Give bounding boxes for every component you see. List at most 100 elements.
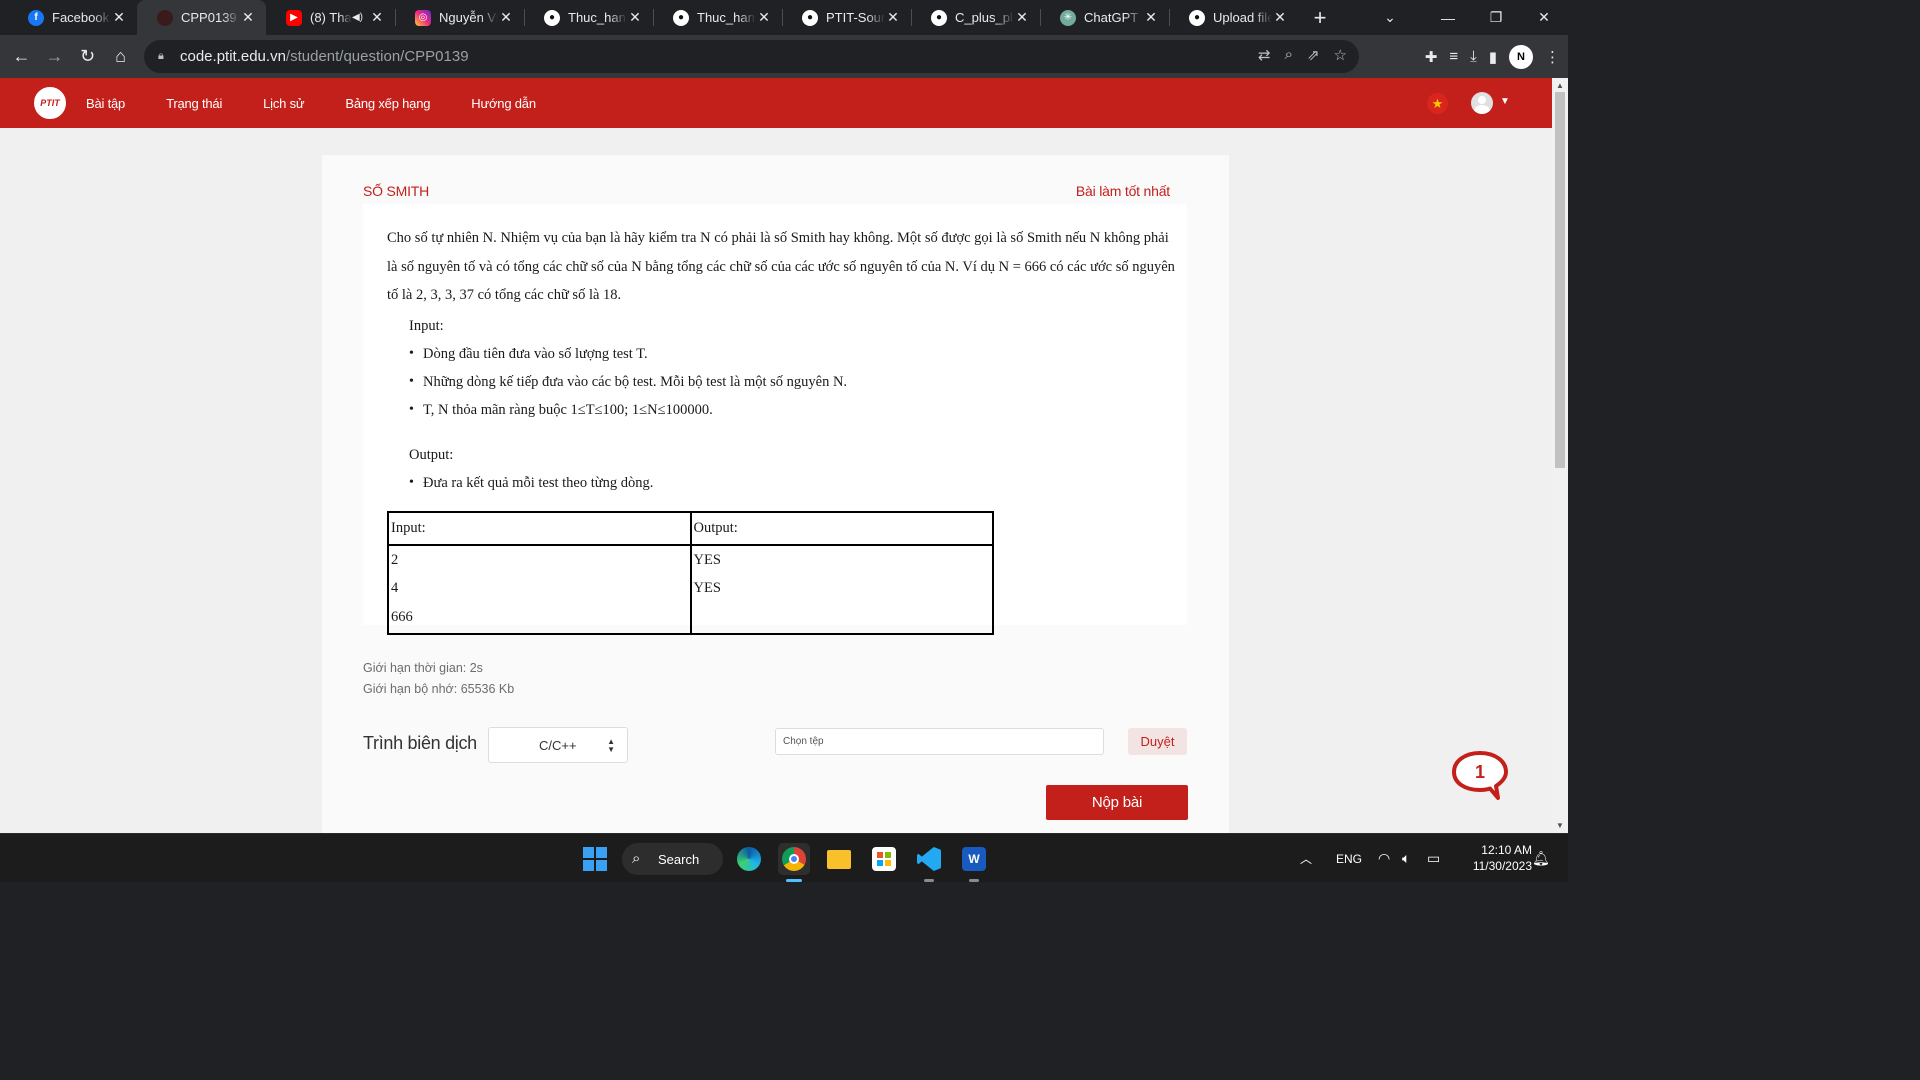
- nav-link[interactable]: Hướng dẫn: [471, 96, 536, 111]
- restore-icon[interactable]: ❐: [1472, 9, 1520, 26]
- tab-title: PTIT-Sourc: [826, 10, 885, 25]
- wifi-icon[interactable]: ◠: [1378, 834, 1390, 883]
- side-panel-icon[interactable]: ▮: [1489, 48, 1497, 66]
- download-icon[interactable]: ⤓: [1470, 48, 1477, 65]
- minimize-icon[interactable]: —: [1424, 10, 1472, 26]
- memory-limit: Giới hạn bộ nhớ: 65536 Kb: [363, 682, 515, 696]
- chevron-down-icon[interactable]: ▼: [1500, 96, 1510, 107]
- chatgpt-icon: ✳: [1060, 9, 1076, 26]
- tab-title: Thuc_hanh: [568, 10, 627, 25]
- browser-tab[interactable]: ● Thuc_hanh ✕: [653, 0, 782, 35]
- extensions-icon[interactable]: ✚: [1425, 48, 1438, 66]
- file-input[interactable]: Chọn tệp: [775, 728, 1104, 755]
- time-limit: Giới hạn thời gian: 2s: [363, 661, 483, 675]
- compiler-select[interactable]: C/C++ ▲ ▼: [488, 727, 628, 763]
- new-tab-button[interactable]: +: [1304, 0, 1336, 35]
- notification-bell-icon[interactable]: 🔔︎: [1532, 834, 1550, 883]
- reload-icon[interactable]: ↻: [71, 40, 104, 73]
- zoom-icon[interactable]: ⌕: [1285, 46, 1293, 64]
- browser-toolbar: ← → ↻ ⌂ 🔒︎ code.ptit.edu.vn/student/ques…: [0, 35, 1568, 78]
- close-tab-icon[interactable]: ✕: [756, 9, 772, 26]
- browser-tab[interactable]: ● PTIT-Sourc✕: [782, 0, 911, 35]
- browser-tab[interactable]: ● Thuc_hanh ✕: [524, 0, 653, 35]
- ptit-icon: [157, 9, 173, 26]
- scroll-up-icon[interactable]: ▲: [1556, 81, 1564, 90]
- close-tab-icon[interactable]: ✕: [627, 9, 643, 26]
- taskbar-search-label: Search: [658, 851, 700, 867]
- windows-logo-icon: [583, 847, 607, 871]
- scrollbar-thumb[interactable]: [1555, 92, 1565, 468]
- running-indicator: [969, 879, 979, 882]
- folder-icon: [827, 849, 851, 869]
- edge-icon: [737, 847, 761, 871]
- browser-tab[interactable]: f Facebook ✕: [8, 0, 137, 35]
- vscode-app[interactable]: [913, 843, 945, 882]
- site-navbar: PTIT Bài tập Trạng thái Lịch sử Bảng xếp hạ…: [0, 78, 1552, 128]
- file-explorer-app[interactable]: [823, 843, 855, 875]
- home-icon[interactable]: ⌂: [104, 40, 137, 73]
- user-avatar[interactable]: [1471, 92, 1493, 114]
- nav-link[interactable]: Bảng xếp hạng: [345, 96, 430, 111]
- output-label: Output:: [409, 446, 454, 463]
- edge-app[interactable]: [733, 843, 765, 875]
- media-control-icon[interactable]: ≡: [1449, 48, 1458, 65]
- browser-tab[interactable]: ▶ (8) Tha ◀) ✕: [266, 0, 395, 35]
- url-host: code.ptit.edu.vn: [180, 48, 286, 65]
- submit-button[interactable]: Nộp bài: [1046, 785, 1188, 820]
- share-icon[interactable]: ⇗: [1307, 46, 1320, 64]
- browser-tab[interactable]: ✳ ChatGPT ✕: [1040, 0, 1169, 35]
- tab-title: ChatGPT: [1084, 10, 1139, 25]
- spec-list-item: Những dòng kế tiếp đưa vào các bộ test. …: [409, 368, 1163, 396]
- nav-link[interactable]: Trạng thái: [166, 96, 222, 111]
- chat-widget-icon[interactable]: 1: [1451, 750, 1509, 802]
- back-icon[interactable]: ←: [5, 40, 38, 73]
- input-spec-list: Dòng đầu tiên đưa vào số lượng test T.Nh…: [409, 340, 1163, 424]
- address-bar[interactable]: 🔒︎ code.ptit.edu.vn/student/question/CPP…: [144, 40, 1359, 73]
- browser-tab[interactable]: CPP0139 - ✕: [137, 0, 266, 35]
- best-submission-link[interactable]: Bài làm tốt nhất: [1076, 183, 1170, 199]
- word-app[interactable]: W: [958, 843, 990, 882]
- close-tab-icon[interactable]: ✕: [1272, 9, 1288, 26]
- close-tab-icon[interactable]: ✕: [885, 9, 901, 26]
- close-tab-icon[interactable]: ✕: [240, 9, 256, 26]
- browser-tab[interactable]: ● Upload file ✕: [1169, 0, 1298, 35]
- volume-icon[interactable]: 🔈︎: [1402, 834, 1410, 883]
- browser-tab[interactable]: ◎ Nguyễn Vi ✕: [395, 0, 524, 35]
- clock[interactable]: 12:10 AM 11/30/2023: [1454, 842, 1532, 874]
- close-tab-icon[interactable]: ✕: [369, 9, 385, 26]
- nav-link[interactable]: Bài tập: [86, 96, 125, 111]
- tray-overflow-icon[interactable]: ︿: [1300, 834, 1312, 883]
- close-tab-icon[interactable]: ✕: [1143, 9, 1159, 26]
- nav-link[interactable]: Lịch sử: [263, 96, 304, 111]
- language-indicator[interactable]: ENG: [1336, 834, 1362, 883]
- scroll-down-icon[interactable]: ▼: [1556, 821, 1564, 830]
- close-tab-icon[interactable]: ✕: [1014, 9, 1030, 26]
- youtube-icon: ▶: [286, 9, 302, 26]
- tab-title: C_plus_plu: [955, 10, 1014, 25]
- taskbar-search[interactable]: ⌕ Search: [622, 843, 723, 875]
- battery-icon[interactable]: ▭: [1427, 834, 1440, 883]
- tab-title: Facebook: [52, 10, 110, 25]
- chrome-app[interactable]: [778, 843, 810, 882]
- forward-icon[interactable]: →: [38, 40, 71, 73]
- vietnam-flag-icon[interactable]: ★: [1427, 93, 1448, 114]
- store-app[interactable]: [868, 843, 900, 875]
- browser-tab[interactable]: ● C_plus_plu ✕: [911, 0, 1040, 35]
- audio-playing-icon[interactable]: ◀): [352, 12, 363, 23]
- translate-icon[interactable]: ⇄: [1258, 46, 1271, 64]
- start-button[interactable]: [579, 843, 611, 875]
- browse-button[interactable]: Duyệt: [1128, 728, 1187, 755]
- close-tab-icon[interactable]: ✕: [498, 9, 514, 26]
- lock-icon[interactable]: 🔒︎: [158, 50, 170, 63]
- ptit-logo[interactable]: PTIT: [34, 87, 66, 119]
- url-path: /student/question/CPP0139: [285, 48, 469, 65]
- chrome-icon: [782, 847, 806, 871]
- close-tab-icon[interactable]: ✕: [111, 9, 127, 26]
- page-scrollbar[interactable]: ▲ ▼: [1552, 78, 1568, 833]
- profile-avatar[interactable]: N: [1509, 44, 1533, 69]
- bookmark-star-icon[interactable]: ☆: [1334, 46, 1347, 64]
- chrome-menu-icon[interactable]: ⋮: [1545, 48, 1560, 66]
- close-window-icon[interactable]: ✕: [1520, 9, 1568, 26]
- tab-search-icon[interactable]: ⌄: [1366, 9, 1414, 26]
- running-indicator: [786, 879, 802, 882]
